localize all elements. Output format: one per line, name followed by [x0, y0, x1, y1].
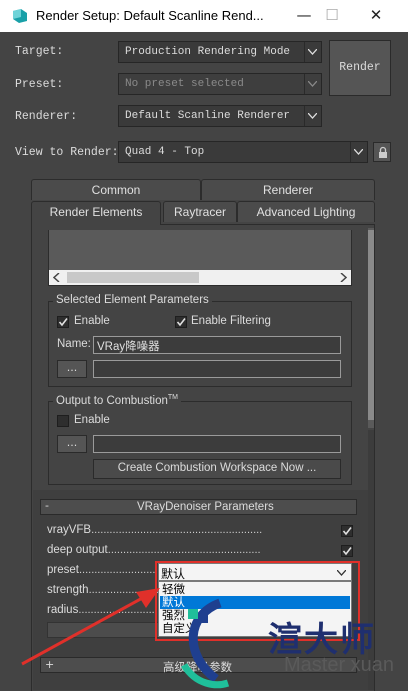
renderer-value: Default Scanline Renderer — [125, 110, 291, 122]
param-vrayvfb-label: vrayVFB.................................… — [47, 524, 263, 536]
param-radius-label: radius......................... — [47, 604, 155, 616]
renderer-label: Renderer: — [15, 110, 78, 123]
close-button[interactable]: ✕ — [356, 0, 396, 32]
preset-combo[interactable]: 默认 — [158, 563, 352, 581]
preset-option-selected[interactable]: 默认 — [160, 596, 350, 609]
name-label: Name: — [57, 338, 91, 350]
tab-advanced-lighting[interactable]: Advanced Lighting — [237, 201, 375, 222]
target-dropdown[interactable]: Production Rendering Mode — [118, 41, 322, 63]
element-path-browse-button[interactable]: ... — [57, 360, 87, 378]
target-value: Production Rendering Mode — [125, 46, 291, 58]
window-title: Render Setup: Default Scanline Rend... — [36, 8, 264, 23]
preset-dropdown[interactable]: No preset selected — [118, 73, 322, 95]
combustion-enable-checkbox[interactable] — [57, 415, 69, 427]
create-combustion-workspace-button[interactable]: Create Combustion Workspace Now ... — [93, 459, 341, 479]
combustion-group-title: Output to CombustionTM — [53, 394, 181, 407]
renderer-dropdown[interactable]: Default Scanline Renderer — [118, 105, 322, 127]
vraydenoiser-rollout-header[interactable]: - VRayDenoiser Parameters — [40, 499, 357, 515]
collapse-toggle: - — [45, 499, 49, 512]
panel-scrollbar-thumb[interactable] — [368, 230, 374, 420]
panel-scrollbar-lower[interactable] — [368, 430, 374, 690]
render-elements-list[interactable] — [48, 230, 352, 286]
tab-renderer[interactable]: Renderer — [201, 179, 375, 200]
deep-output-checkbox[interactable] — [341, 545, 353, 557]
target-label: Target: — [15, 45, 64, 58]
tab-raytracer[interactable]: Raytracer — [163, 201, 237, 222]
maximize-button[interactable]: ☐ — [312, 0, 352, 32]
scroll-right-icon[interactable] — [340, 273, 347, 282]
vraydenoiser-rollout-title: VRayDenoiser Parameters — [137, 501, 274, 513]
view-to-render-label: View to Render: — [15, 146, 119, 159]
param-strength-label: strength........................ — [47, 584, 162, 596]
preset-value: No preset selected — [125, 78, 244, 90]
preset-option[interactable]: 轻微 — [160, 583, 350, 596]
3dsmax-app-icon — [13, 9, 27, 23]
chevron-down-icon — [350, 142, 367, 162]
chevron-down-icon — [304, 74, 321, 94]
advanced-denoise-rollout-header[interactable]: + 高级降噪参数 — [40, 657, 357, 674]
view-to-render-value: Quad 4 - Top — [125, 146, 205, 158]
preset-combo-value: 默认 — [161, 567, 186, 581]
expand-toggle: + — [45, 658, 55, 671]
vrayvfb-checkbox[interactable] — [341, 525, 353, 537]
combustion-enable-label: Enable — [74, 414, 110, 426]
combustion-browse-button[interactable]: ... — [57, 435, 87, 453]
param-row-bar — [47, 622, 159, 638]
preset-options-list[interactable]: 轻微 默认 强烈 自定义 — [158, 581, 352, 637]
element-output-path-field[interactable] — [93, 360, 341, 378]
chevron-down-icon — [337, 570, 346, 576]
enable-filtering-label: Enable Filtering — [191, 315, 271, 327]
enable-checkbox[interactable] — [57, 316, 69, 328]
selected-element-group-title: Selected Element Parameters — [53, 294, 212, 306]
title-bar: Render Setup: Default Scanline Rend... —… — [0, 0, 408, 32]
scroll-left-icon[interactable] — [53, 273, 60, 282]
view-to-render-dropdown[interactable]: Quad 4 - Top — [118, 141, 368, 163]
tab-common[interactable]: Common — [31, 179, 201, 200]
list-horizontal-scrollbar[interactable] — [49, 270, 351, 285]
chevron-down-icon — [304, 42, 321, 62]
param-deep-output-label: deep output.............................… — [47, 544, 261, 556]
preset-option[interactable]: 自定义 — [160, 622, 350, 635]
lock-icon — [379, 146, 387, 158]
scrollbar-thumb[interactable] — [67, 272, 199, 283]
checkmark-icon — [176, 318, 186, 327]
checkmark-icon — [342, 547, 352, 556]
element-name-field[interactable]: VRay降噪器 — [93, 336, 341, 354]
preset-label: Preset: — [15, 78, 64, 91]
combustion-path-field[interactable] — [93, 435, 341, 453]
advanced-denoise-title: 高级降噪参数 — [163, 662, 232, 674]
lock-view-button[interactable] — [373, 142, 391, 162]
checkmark-icon — [58, 318, 68, 327]
chevron-down-icon — [304, 106, 321, 126]
checkmark-icon — [342, 527, 352, 536]
param-preset-label: preset......................... — [47, 564, 156, 576]
element-name-value: VRay降噪器 — [97, 341, 160, 353]
render-button[interactable]: Render — [329, 40, 391, 96]
tab-render-elements[interactable]: Render Elements — [31, 201, 161, 225]
enable-filtering-checkbox[interactable] — [175, 316, 187, 328]
enable-label: Enable — [74, 315, 110, 327]
